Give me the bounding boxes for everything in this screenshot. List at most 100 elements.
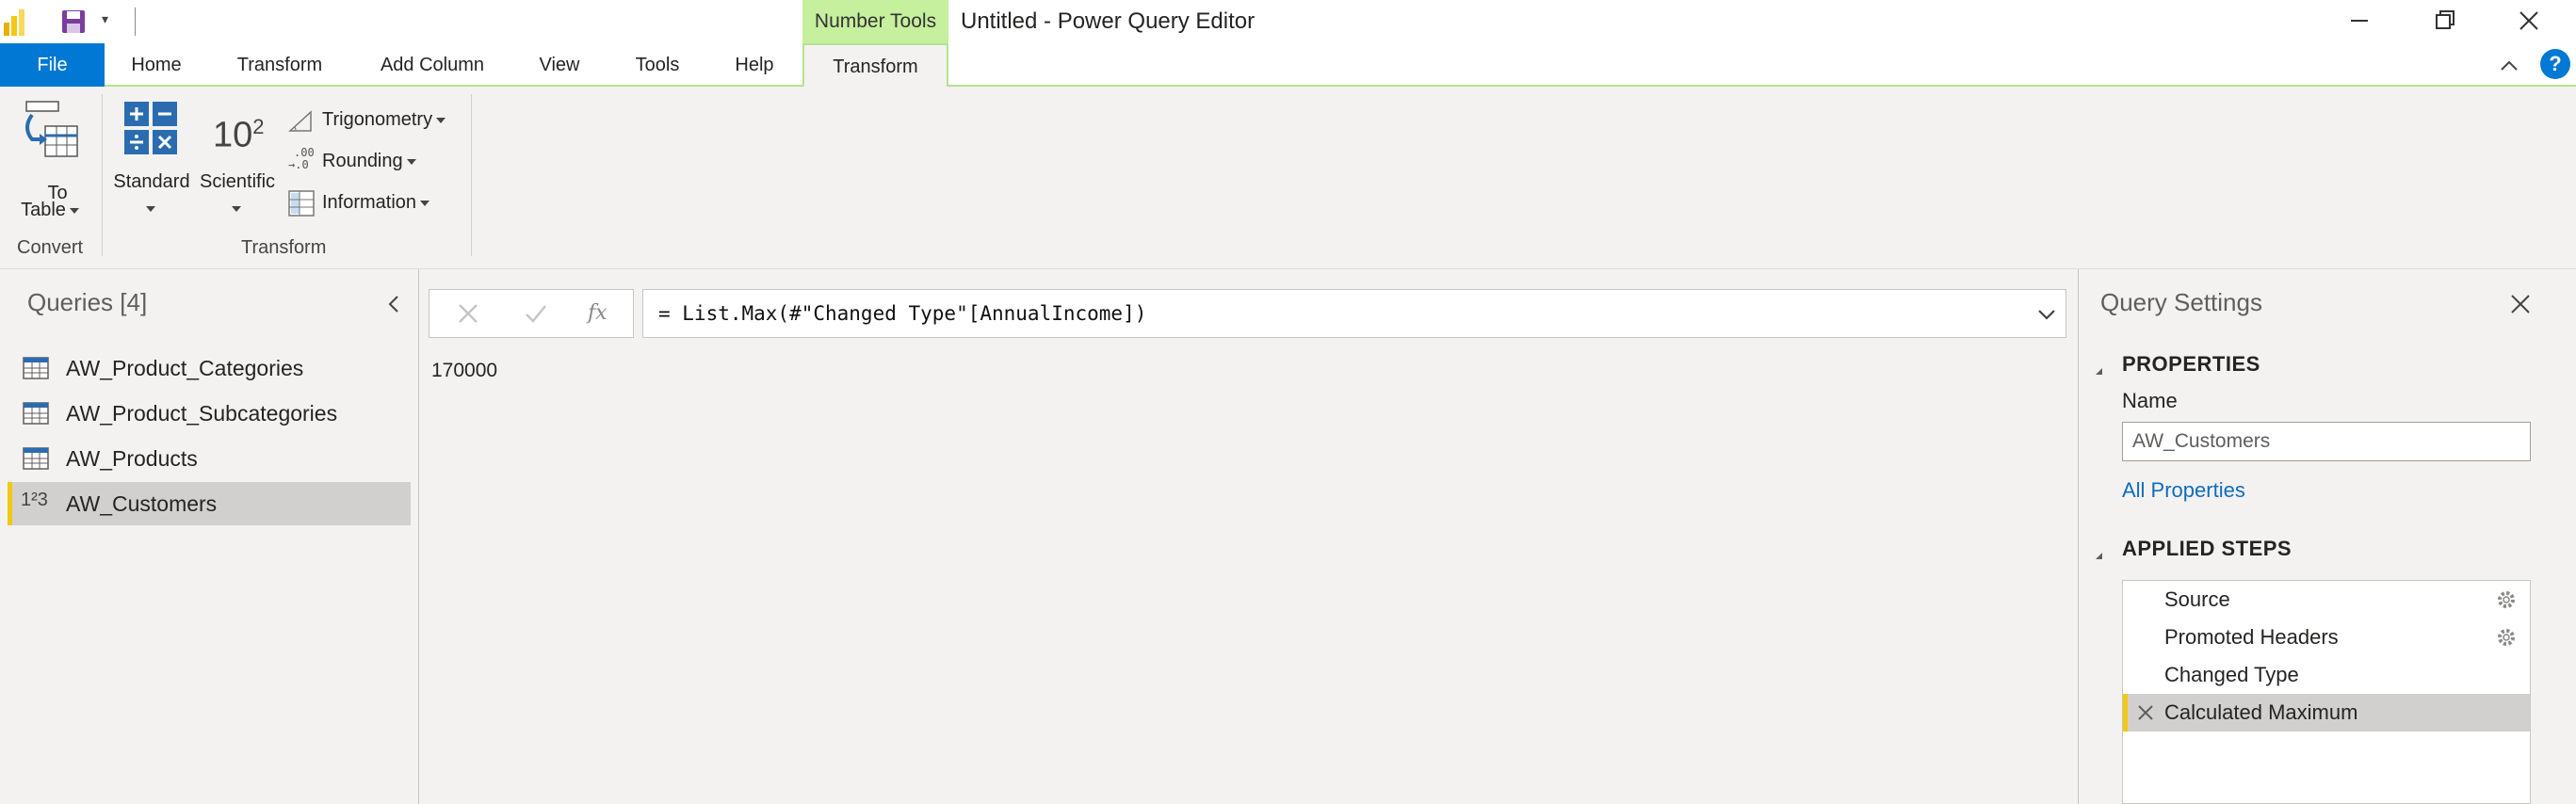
query-item-label: AW_Products [66,446,198,471]
query-item-aw-products[interactable]: AW_Products [8,437,411,480]
ribbon-body: To Table Convert Standard 102 Scientific [0,87,2576,269]
trigonometry-icon [288,110,312,132]
information-icon [288,190,315,217]
convert-group-label: Convert [17,237,84,258]
table-icon [23,402,49,425]
tab-add-column[interactable]: Add Column [363,43,502,87]
queries-title: Queries [4] [27,288,148,316]
rounding-label: Rounding [322,151,416,172]
rounding-icon-bottom: →.0 [288,158,309,171]
divider [135,8,136,36]
chevron-down-icon [229,198,244,219]
to-table-label-text: Table [21,200,66,220]
all-properties-link[interactable]: All Properties [2122,478,2245,503]
restore-button[interactable] [2402,0,2487,43]
chevron-down-icon[interactable] [2035,303,2058,326]
scientific-icon-base: 10 [213,115,253,155]
divider [471,94,472,256]
standard-label: Standard [113,171,190,192]
information-label-text: Information [322,192,417,213]
insert-function-icon[interactable]: fx [588,299,616,328]
collapse-pane-icon[interactable] [382,293,405,315]
chevron-down-icon [420,200,430,206]
standard-operations-icon [124,102,177,154]
power-bi-logo-icon [4,9,24,36]
query-item-aw-product-subcategories[interactable]: AW_Product_Subcategories [8,392,411,435]
applied-steps-header: APPLIED STEPS [2122,537,2292,560]
trigonometry-button[interactable]: Trigonometry [288,105,458,136]
properties-header: PROPERTIES [2122,352,2260,376]
scientific-icon-exponent: 2 [252,115,265,138]
collapse-section-icon[interactable] [2096,546,2102,559]
gear-icon[interactable] [2496,627,2517,648]
step-label: Source [2164,587,2230,611]
save-icon[interactable] [60,9,87,34]
window-title: Untitled - Power Query Editor [961,8,1256,34]
tab-transform[interactable]: Transform [222,43,337,87]
step-label: Promoted Headers [2164,625,2339,649]
table-icon [23,447,49,470]
close-icon[interactable] [2508,292,2533,316]
chevron-down-icon [406,158,416,165]
divider [102,94,103,256]
table-icon [23,357,49,379]
query-item-aw-product-categories[interactable]: AW_Product_Categories [8,346,411,390]
scientific-label: Scientific [199,171,276,192]
formula-text: = List.Max(#"Changed Type"[AnnualIncome]… [658,302,1147,325]
tab-home[interactable]: Home [119,43,194,87]
close-window-button[interactable] [2487,0,2571,43]
cancel-formula-icon[interactable] [454,299,482,328]
applied-steps-list: Source Promoted Headers Changed Type Cal… [2122,580,2531,804]
rounding-label-text: Rounding [322,151,403,171]
query-item-label: AW_Customers [66,491,218,516]
name-label: Name [2122,389,2178,412]
collapse-section-icon[interactable] [2096,362,2102,375]
ribbon-tabs: File Home Transform Add Column View Tool… [0,43,2576,88]
help-icon[interactable]: ? [2540,49,2570,79]
trigonometry-label-text: Trigonometry [322,109,433,130]
chevron-down-icon [436,117,446,123]
chevron-down-icon [143,198,158,219]
delete-step-icon[interactable] [2136,703,2155,722]
rounding-icon: .00 →.0 [288,147,316,171]
transform-group-label: Transform [241,237,327,258]
commit-formula-icon[interactable] [522,299,550,328]
trigonometry-label: Trigonometry [322,109,446,131]
rounding-button[interactable]: .00 →.0 Rounding [288,147,439,177]
step-calculated-maximum[interactable]: Calculated Maximum [2123,694,2530,732]
query-item-aw-customers[interactable]: 1²3 AW_Customers [8,482,411,525]
number-tools-context-label: Number Tools [802,0,948,43]
tab-view[interactable]: View [524,43,595,87]
step-label: Calculated Maximum [2164,700,2358,724]
chevron-down-icon [69,207,79,214]
information-button[interactable]: Information [288,188,458,218]
step-promoted-headers[interactable]: Promoted Headers [2123,619,2530,656]
step-changed-type[interactable]: Changed Type [2123,656,2530,694]
tab-tools[interactable]: Tools [622,43,693,87]
query-name-field[interactable] [2122,422,2531,461]
query-settings-pane: Query Settings PROPERTIES Name All Prope… [2078,269,2576,804]
step-label: Changed Type [2164,663,2299,686]
customize-quick-access-icon[interactable]: ▾ [102,11,108,27]
tab-help[interactable]: Help [719,43,790,87]
step-source[interactable]: Source [2123,581,2530,619]
tab-number-tools-transform[interactable]: Transform [802,43,948,88]
information-label: Information [322,192,430,214]
scientific-icon: 102 [213,115,265,156]
number-type-icon: 1²3 [21,490,48,510]
queries-pane: Queries [4] AW_Product_Categories AW_Pro… [0,269,419,804]
formula-bar-input[interactable]: = List.Max(#"Changed Type"[AnnualIncome]… [642,289,2066,338]
query-item-label: AW_Product_Categories [66,356,304,380]
query-item-label: AW_Product_Subcategories [66,401,338,426]
selection-indicator [8,482,12,525]
collapse-ribbon-icon[interactable] [2498,55,2520,77]
to-table-icon [25,101,78,157]
formula-buttons: fx [429,289,634,338]
query-settings-title: Query Settings [2100,288,2262,316]
gear-icon[interactable] [2496,589,2517,610]
selection-indicator [2123,694,2128,732]
result-value: 170000 [431,360,498,381]
minimize-button[interactable] [2317,0,2402,43]
to-table-label-line2: Table [17,200,83,221]
tab-file[interactable]: File [0,43,105,87]
